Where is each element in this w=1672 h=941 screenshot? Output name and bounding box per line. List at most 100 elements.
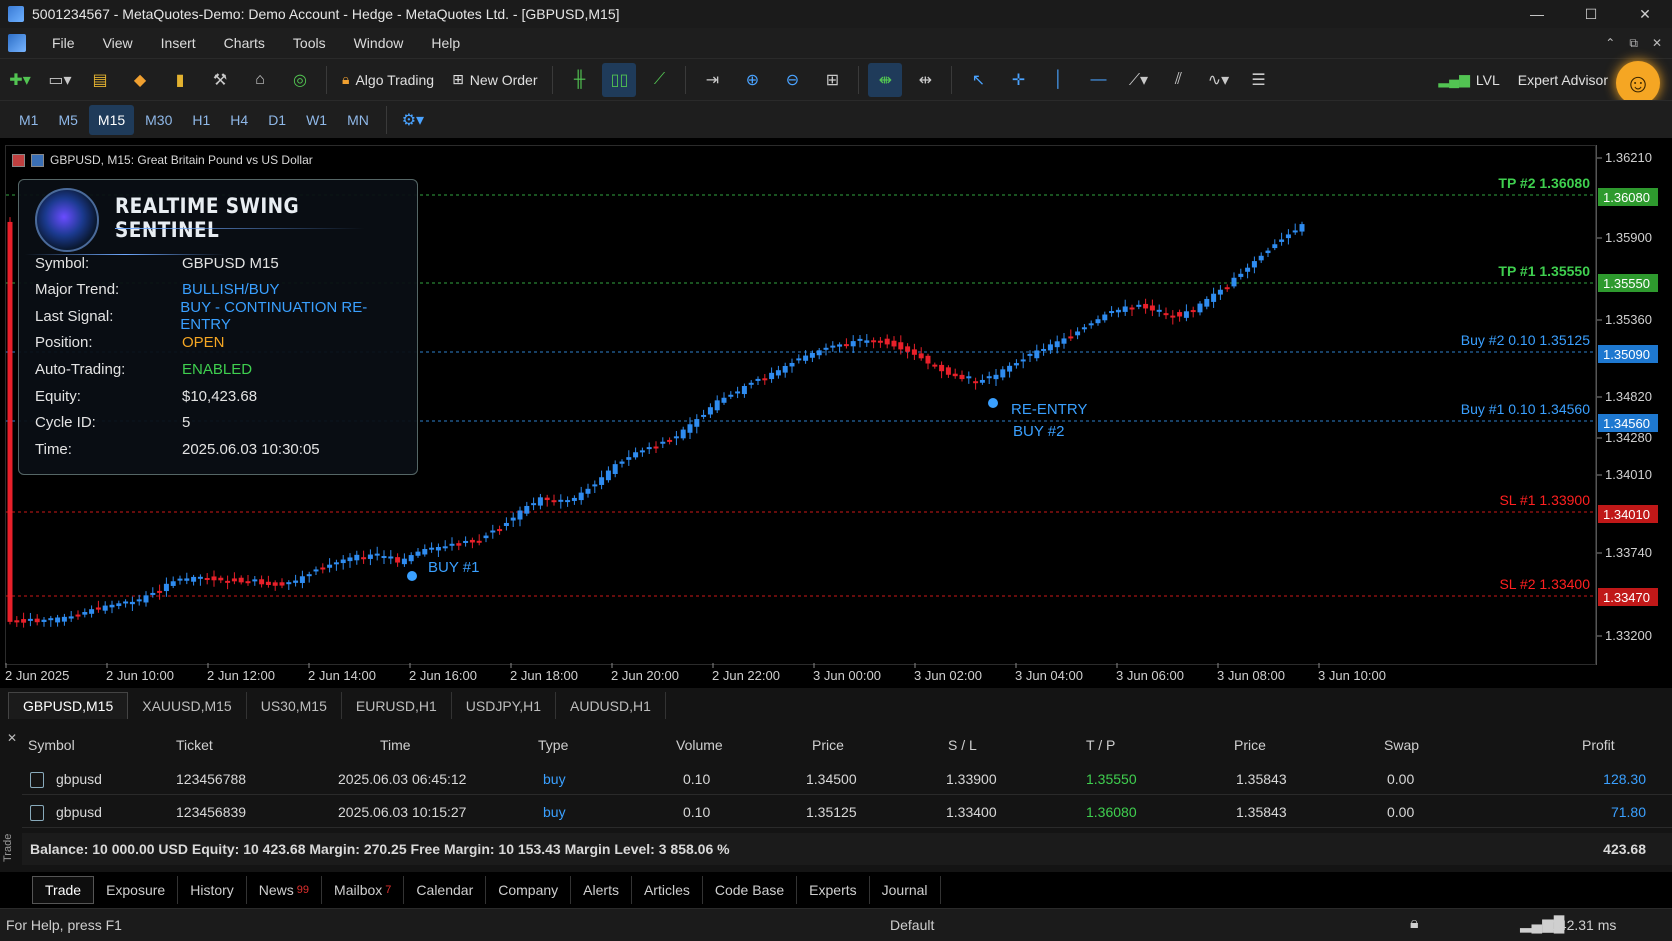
candle-body: [1204, 298, 1210, 307]
column-header[interactable]: Swap: [1384, 737, 1419, 753]
panel-row: Cycle ID: 5: [35, 410, 415, 436]
toolbox-tab[interactable]: History: [178, 876, 247, 904]
candle-body: [225, 580, 231, 583]
candle-body: [1041, 348, 1047, 351]
panel-title: REALTIME SWING SENTINEL: [115, 194, 300, 242]
candle-body: [619, 461, 625, 464]
candle-body: [442, 546, 448, 549]
candle-body: [320, 567, 326, 570]
cell-swap: 0.00: [1387, 804, 1415, 820]
panel-row-label: Auto-Trading:: [35, 360, 126, 378]
chart-tab[interactable]: XAUUSD,M15: [128, 692, 247, 719]
cell-time: 2025.06.03 10:15:27: [338, 804, 467, 820]
candle-body: [714, 400, 720, 411]
candle-body: [27, 618, 33, 621]
candle-body: [1068, 336, 1074, 339]
toolbox-tab[interactable]: Mailbox 7: [322, 876, 405, 904]
candle-body: [374, 553, 380, 556]
position-row[interactable]: gbpusd 123456788 2025.06.03 06:45:12 buy 0.1…: [22, 764, 1672, 795]
candle-body: [728, 394, 734, 397]
column-header[interactable]: Ticket: [176, 737, 213, 753]
candle-body: [537, 497, 543, 506]
candle-body: [843, 344, 849, 347]
panel-row: Equity: $10,423.68: [35, 383, 415, 409]
candle-body: [48, 618, 54, 621]
chart-tab[interactable]: US30,M15: [247, 692, 342, 719]
candle-body: [395, 557, 401, 563]
column-header[interactable]: Volume: [676, 737, 723, 753]
toolbox-tab[interactable]: Alerts: [571, 876, 632, 904]
candle-body: [401, 558, 407, 565]
toolbox-tab[interactable]: Articles: [632, 876, 703, 904]
candle-body: [877, 340, 883, 343]
cell-symbol: gbpusd: [56, 804, 102, 820]
buy1-marker: [407, 571, 417, 581]
candle-body: [463, 540, 469, 543]
chart-tab[interactable]: AUDUSD,H1: [556, 692, 666, 719]
chart-tab[interactable]: GBPUSD,M15: [8, 692, 129, 719]
cell-sl: 1.33400: [946, 804, 997, 820]
cell-profit: 128.30: [1603, 771, 1646, 787]
level-label: SL #1 1.33900: [1499, 492, 1590, 508]
candle-body: [1279, 239, 1285, 242]
candle-body: [973, 381, 979, 384]
candle-body: [327, 564, 333, 568]
toolbox-tab[interactable]: Company: [486, 876, 572, 904]
candle-body: [238, 577, 244, 583]
toolbox-tab-badge: 99: [296, 884, 310, 896]
candle-body: [1020, 359, 1026, 362]
column-header[interactable]: Type: [538, 737, 568, 753]
toolbox-tab[interactable]: Calendar: [404, 876, 487, 904]
column-header[interactable]: Symbol: [28, 737, 75, 753]
toolbox-tab[interactable]: Exposure: [94, 876, 179, 904]
level-label: TP #1 1.35550: [1498, 263, 1590, 279]
candle-body: [857, 338, 863, 341]
level-price-tag-label: 1.35550: [1603, 276, 1650, 291]
toolbox-tab[interactable]: Journal: [870, 876, 941, 904]
candle-body: [701, 414, 707, 417]
candle-body: [408, 555, 414, 562]
status-lock-icon: 🔒︎: [1410, 915, 1419, 932]
candle-body: [21, 619, 27, 623]
candle-body: [816, 350, 822, 356]
column-header[interactable]: Profit: [1582, 737, 1615, 753]
cell-tp: 1.35550: [1086, 771, 1137, 787]
candle-body: [483, 535, 489, 539]
level-price-tag-label: 1.34560: [1603, 416, 1650, 431]
status-ping[interactable]: 142.31 ms: [1551, 917, 1616, 933]
toolbox-tab[interactable]: Code Base: [703, 876, 798, 904]
candle-body: [510, 517, 516, 521]
candle-body: [952, 373, 958, 377]
column-header[interactable]: S / L: [948, 737, 977, 753]
column-header[interactable]: Price: [1234, 737, 1266, 753]
panel-row-label: Last Signal:: [35, 307, 114, 325]
candle-body: [1095, 319, 1101, 324]
toolbox-tab[interactable]: Experts: [797, 876, 870, 904]
candle-body: [837, 344, 843, 347]
price-tick-label: 1.36210: [1605, 150, 1652, 165]
candle-body: [163, 583, 169, 592]
candle-body: [1061, 338, 1067, 344]
toolbox-tab[interactable]: Trade: [32, 876, 95, 904]
position-row[interactable]: gbpusd 123456839 2025.06.03 10:15:27 buy 0.1…: [22, 797, 1672, 828]
column-header[interactable]: T / P: [1086, 737, 1115, 753]
toolbox-tab[interactable]: News 99: [247, 876, 323, 904]
time-tick-label: 3 Jun 06:00: [1116, 668, 1184, 683]
column-header[interactable]: Price: [812, 737, 844, 753]
chart-tab[interactable]: USDJPY,H1: [452, 692, 556, 719]
toolbox-tab-label: News: [258, 882, 294, 898]
candle-body: [932, 364, 938, 367]
price-tick-label: 1.33200: [1605, 628, 1652, 643]
candle-body: [571, 497, 577, 501]
column-header[interactable]: Time: [380, 737, 411, 753]
candle-body: [306, 574, 312, 577]
panel-row-value: ENABLED: [182, 360, 253, 378]
candle-body: [14, 620, 20, 623]
time-tick-label: 2 Jun 22:00: [712, 668, 780, 683]
candle-body: [75, 614, 81, 617]
candle-body: [782, 365, 788, 373]
toolbox-close-icon[interactable]: ✕: [7, 731, 17, 745]
chart-tab[interactable]: EURUSD,H1: [342, 692, 452, 719]
panel-row-value: $10,423.68: [182, 387, 258, 405]
status-bar: For Help, press F1 Default 🔒︎ ▂▄▆█ 142.3…: [0, 908, 1672, 941]
